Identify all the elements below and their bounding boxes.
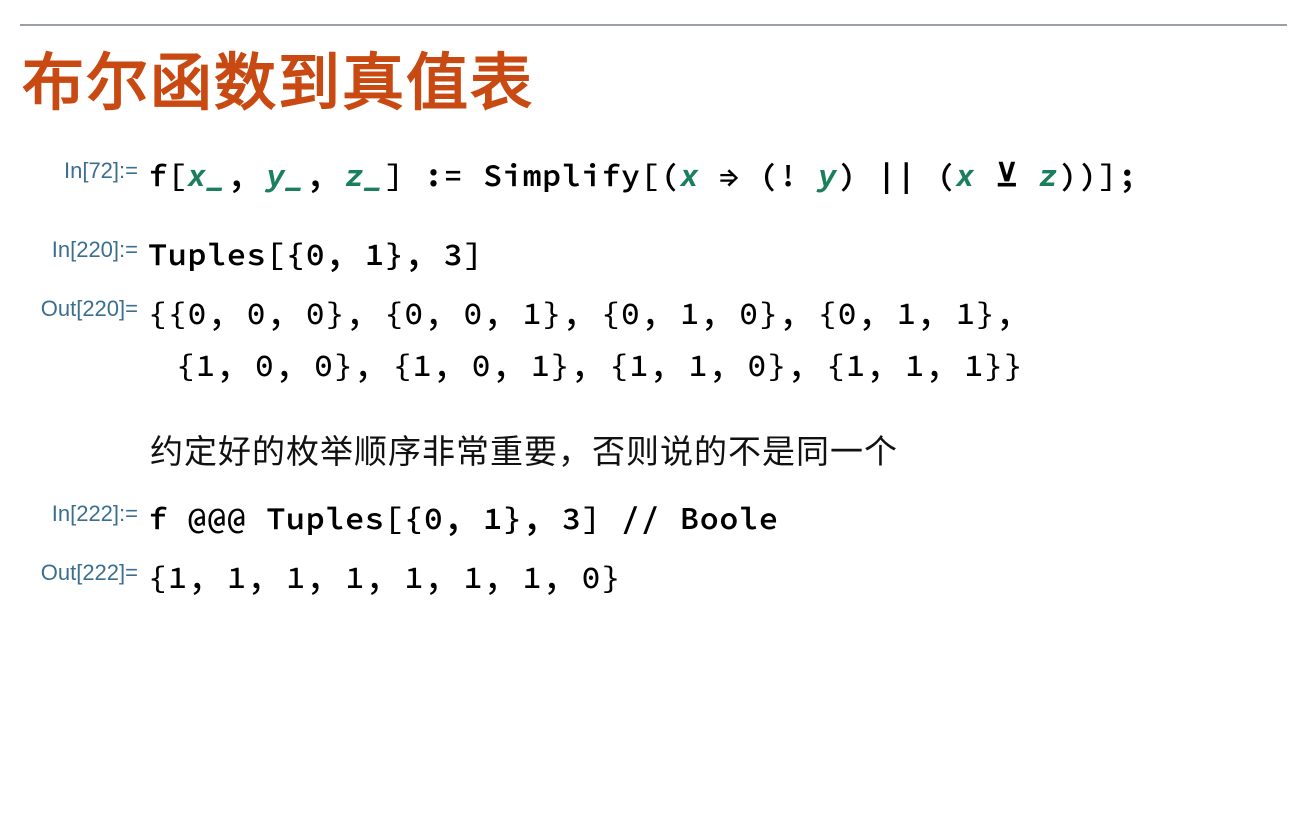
notebook: 布尔函数到真值表 In[72]:= f[x_, y_, z_] := Simpl… [0,24,1307,603]
symbol-x-ref: x [680,155,700,195]
symbol-z-ref: z [1039,155,1059,195]
cell-label-out-220: Out[220]= [8,288,148,322]
code-text: , [306,155,345,195]
output-cell-222: Out[222]= {1, 1, 1, 1, 1, 1, 1, 0} [0,552,1307,603]
cell-label-in-220: In[220]:= [8,229,148,263]
code-text: ⇒ (! [700,155,818,195]
cell-label-out-222: Out[222]= [8,552,148,586]
cell-label-in-72: In[72]:= [8,150,148,184]
code-text: ) || ( [838,155,956,195]
symbol-x: x_ [187,155,226,195]
cell-code-in-222[interactable]: f @@@ Tuples[{0, 1}, 3] // Boole [148,493,1307,544]
input-cell-220[interactable]: In[220]:= Tuples[{0, 1}, 3] [0,229,1307,280]
code-text: f[ [148,155,187,195]
cell-code-in-220[interactable]: Tuples[{0, 1}, 3] [148,229,1307,280]
output-line-1: {{0, 0, 0}, {0, 0, 1}, {0, 1, 0}, {0, 1,… [148,288,1307,339]
input-cell-222[interactable]: In[222]:= f @@@ Tuples[{0, 1}, 3] // Boo… [0,493,1307,544]
code-text: ))]; [1059,155,1138,195]
section-divider [20,24,1287,26]
input-cell-72[interactable]: In[72]:= f[x_, y_, z_] := Simplify[(x ⇒ … [0,150,1307,201]
symbol-y: y_ [266,155,305,195]
symbol-z: z_ [345,155,384,195]
cell-output-220[interactable]: {{0, 0, 0}, {0, 0, 1}, {0, 1, 0}, {0, 1,… [148,288,1307,390]
code-text: ⊻ [975,155,1038,195]
symbol-x-ref2: x [956,155,976,195]
code-text: , [227,155,266,195]
output-line-2: {1, 0, 0}, {1, 0, 1}, {1, 1, 0}, {1, 1, … [148,340,1307,391]
cell-label-in-222: In[222]:= [8,493,148,527]
symbol-y-ref: y [818,155,838,195]
section-title: 布尔函数到真值表 [22,32,1307,122]
code-text: ] := Simplify[( [384,155,680,195]
cell-output-222[interactable]: {1, 1, 1, 1, 1, 1, 1, 0} [148,552,1307,603]
cell-code-in-72[interactable]: f[x_, y_, z_] := Simplify[(x ⇒ (! y) || … [148,150,1307,201]
output-cell-220: Out[220]= {{0, 0, 0}, {0, 0, 1}, {0, 1, … [0,288,1307,390]
text-cell[interactable]: 约定好的枚举顺序非常重要，否则说的不是同一个 [150,425,1307,473]
